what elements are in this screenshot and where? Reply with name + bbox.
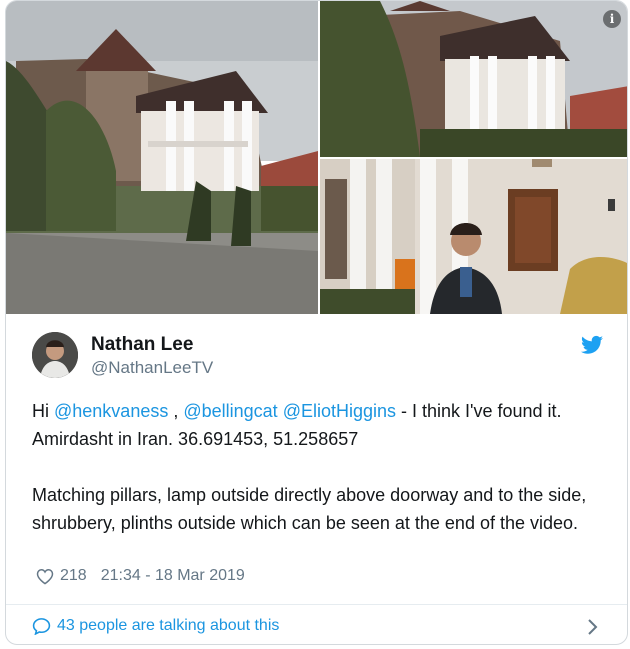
avatar[interactable]	[32, 332, 78, 378]
tweet-card: i Nathan Lee @NathanLeeTV Hi @henkvaness…	[5, 0, 628, 645]
photo-villa-side[interactable]: i	[320, 1, 627, 157]
text-sep-1: ,	[168, 401, 184, 421]
mention-bellingcat[interactable]: @bellingcat	[183, 401, 277, 421]
tweet-meta: 218 21:34 - 18 Mar 2019	[36, 567, 245, 585]
photo-man-at-doorway[interactable]	[320, 159, 627, 314]
text-prefix: Hi	[32, 401, 54, 421]
divider	[6, 604, 627, 605]
tweet-paragraph-2: Matching pillars, lamp outside directly …	[32, 485, 587, 533]
conversation-text: 43 people are talking about this	[57, 617, 280, 634]
heart-icon[interactable]	[36, 568, 54, 585]
info-icon[interactable]: i	[603, 10, 621, 28]
comment-bubble-icon	[32, 618, 51, 635]
chevron-right-icon[interactable]	[587, 618, 598, 636]
conversation-link[interactable]: 43 people are talking about this	[32, 617, 279, 635]
tweet-text: Hi @henkvaness , @bellingcat @EliotHiggi…	[32, 397, 612, 537]
tweet-media-grid: i	[6, 1, 627, 314]
photo-villa-front[interactable]	[6, 1, 318, 314]
tweet-paragraph-1: Hi @henkvaness , @bellingcat @EliotHiggi…	[32, 397, 612, 453]
tweet-timestamp[interactable]: 21:34 - 18 Mar 2019	[101, 567, 245, 585]
author-name[interactable]: Nathan Lee	[91, 334, 193, 356]
mention-eliothiggins[interactable]: @EliotHiggins	[283, 401, 396, 421]
twitter-bird-icon[interactable]	[581, 335, 603, 355]
mention-henkvaness[interactable]: @henkvaness	[54, 401, 168, 421]
author-handle[interactable]: @NathanLeeTV	[91, 358, 213, 378]
like-count[interactable]: 218	[60, 567, 87, 585]
